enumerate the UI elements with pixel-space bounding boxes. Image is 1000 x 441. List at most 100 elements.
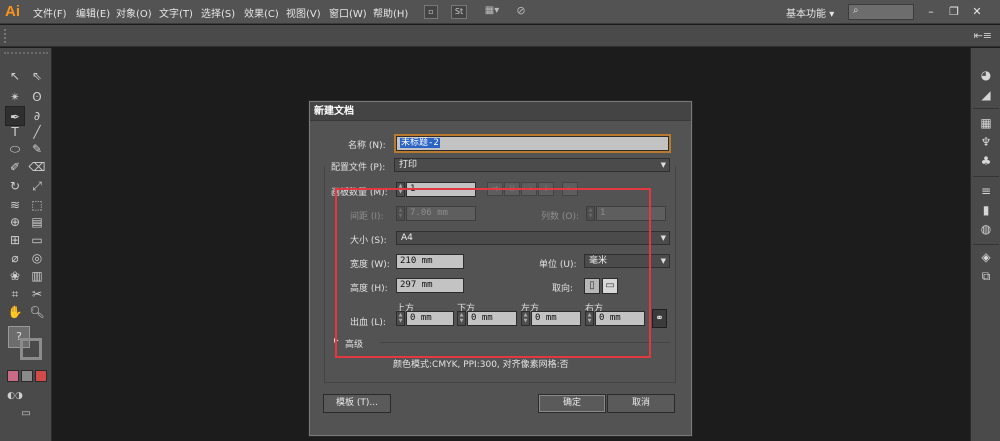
transparency-icon[interactable]: ◍ (976, 220, 996, 238)
fill-stroke-swatch[interactable]: ? (8, 326, 42, 360)
gradient-mode-icon[interactable] (21, 370, 33, 382)
restore-icon[interactable]: ❐ (944, 3, 964, 20)
magic-wand-tool-icon[interactable]: ✴ (5, 87, 25, 107)
artboards-label: 画板数量 (M): (331, 188, 388, 198)
document-info-text: 颜色模式:CMYK, PPI:300, 对齐像素网格:否 (393, 360, 569, 370)
symbol-sprayer-tool-icon[interactable]: ❀ (5, 266, 25, 286)
bleed-bottom-field[interactable]: 0 mm (467, 311, 517, 326)
bleed-top-field[interactable]: 0 mm (406, 311, 454, 326)
dock-divider (973, 108, 999, 109)
grip-handle[interactable] (4, 29, 8, 43)
panel-menu-icon[interactable]: ⇤≡ (974, 29, 992, 42)
menu-effect[interactable]: 效果(C) (244, 5, 279, 20)
none-mode-icon[interactable] (35, 370, 47, 382)
name-field[interactable]: 未标题-2 (396, 136, 669, 151)
color-icon[interactable]: ◕ (976, 66, 996, 84)
ok-button[interactable]: 确定 (538, 394, 606, 413)
bleed-left-stepper[interactable]: ▲ ▼ (521, 311, 530, 326)
arrange-by-row-icon[interactable]: → (521, 182, 537, 196)
menu-object[interactable]: 对象(O) (116, 5, 152, 20)
menu-help[interactable]: 帮助(H) (373, 5, 408, 20)
name-value: 未标题-2 (400, 138, 440, 148)
eraser-tool-icon[interactable]: ⌫ (27, 157, 47, 177)
rotate-tool-icon[interactable]: ↻ (5, 176, 25, 196)
slice-tool-icon[interactable]: ✂ (27, 284, 47, 304)
shape-builder-tool-icon[interactable]: ⊕ (5, 212, 25, 232)
menu-file[interactable]: 文件(F) (33, 5, 67, 20)
stock-icon[interactable]: St (451, 5, 467, 19)
size-label: 大小 (S): (350, 236, 387, 246)
columns-label: 列数 (O): (541, 212, 579, 222)
chevron-down-icon: ▼ (660, 234, 666, 242)
gradient-icon[interactable]: ▮ (976, 201, 996, 219)
height-field[interactable]: 297 mm (396, 278, 464, 293)
lasso-tool-icon[interactable]: ʘ (27, 87, 47, 107)
draw-mode-icon[interactable]: ◐◑ (5, 386, 25, 406)
bleed-left-field[interactable]: 0 mm (531, 311, 581, 326)
screen-mode-icon[interactable]: ▭ (16, 404, 36, 424)
panel-grip[interactable] (4, 52, 48, 58)
menu-edit[interactable]: 编辑(E) (76, 5, 110, 20)
color-guide-icon[interactable]: ◢ (976, 86, 996, 104)
arrange-documents-icon[interactable]: ▦▾ (480, 5, 504, 19)
width-field[interactable]: 210 mm (396, 254, 464, 269)
column-graph-tool-icon[interactable]: ▥ (27, 266, 47, 286)
blend-tool-icon[interactable]: ◎ (27, 248, 47, 268)
artboard-tool-icon[interactable]: ⌗ (5, 284, 25, 304)
landscape-orientation-icon[interactable]: ▭ (602, 278, 618, 294)
chart-tool-icon[interactable]: ▤ (27, 212, 47, 232)
shaper-tool-icon[interactable]: ✐ (5, 157, 25, 177)
grid-by-row-icon[interactable]: ⇉ (487, 182, 503, 196)
app-logo: Ai (5, 3, 20, 20)
gradient-tool-icon[interactable]: ▭ (27, 230, 47, 250)
bleed-bottom-stepper[interactable]: ▲ ▼ (457, 311, 466, 326)
bleed-right-stepper[interactable]: ▲ ▼ (585, 311, 594, 326)
bleed-top-stepper[interactable]: ▲ ▼ (396, 311, 405, 326)
bleed-right-field[interactable]: 0 mm (595, 311, 645, 326)
gpu-performance-icon[interactable]: ⊘ (512, 5, 530, 19)
workspace-switcher[interactable]: 基本功能 ▾ (786, 5, 834, 20)
minimize-icon[interactable]: – (921, 3, 941, 20)
direct-selection-tool-icon[interactable]: ⇖ (27, 66, 47, 86)
arrange-by-column-icon[interactable]: ↓ (538, 182, 554, 196)
eyedropper-tool-icon[interactable]: ⌀ (5, 248, 25, 268)
mesh-tool-icon[interactable]: ⊞ (5, 230, 25, 250)
zoom-tool-icon[interactable]: 🔍︎ (27, 302, 47, 322)
paintbrush-tool-icon[interactable]: ✎ (27, 139, 47, 159)
templates-button[interactable]: 模板 (T)... (323, 394, 391, 413)
portrait-orientation-icon[interactable]: ▯ (584, 278, 600, 294)
hand-tool-icon[interactable]: ✋ (5, 302, 25, 322)
symbols-icon[interactable]: ♣ (976, 152, 996, 170)
change-to-rtl-icon[interactable]: ← (562, 182, 578, 196)
units-select[interactable]: 毫米 ▼ (584, 254, 670, 268)
size-select[interactable]: A4 ▼ (396, 231, 670, 245)
disclosure-triangle-icon[interactable]: ▶ (334, 337, 339, 344)
menu-window[interactable]: 窗口(W) (329, 5, 367, 20)
menu-type[interactable]: 文字(T) (159, 5, 193, 20)
cancel-button[interactable]: 取消 (607, 394, 675, 413)
link-bleed-icon[interactable]: ⚭ (652, 309, 667, 328)
layers-icon[interactable]: ◈ (976, 248, 996, 266)
workspace-label: 基本功能 (786, 9, 826, 20)
ellipse-tool-icon[interactable]: ⬭ (5, 139, 25, 159)
bridge-icon[interactable]: ▫ (424, 5, 438, 19)
stroke-icon[interactable]: ≡ (976, 182, 996, 200)
height-label: 高度 (H): (350, 284, 388, 294)
close-icon[interactable]: ✕ (967, 3, 987, 20)
artboards-icon[interactable]: ⧉ (976, 267, 996, 285)
menu-select[interactable]: 选择(S) (201, 5, 235, 20)
bleed-label: 出血 (L): (350, 318, 386, 328)
grid-by-column-icon[interactable]: ⇊ (504, 182, 520, 196)
swatches-icon[interactable]: ▦ (976, 114, 996, 132)
menu-view[interactable]: 视图(V) (286, 5, 321, 20)
artboards-stepper[interactable]: ▲ ▼ (396, 182, 405, 197)
stroke-swatch[interactable] (20, 338, 42, 360)
brushes-icon[interactable]: ♆ (976, 133, 996, 151)
chevron-down-icon: ▼ (660, 257, 666, 265)
selection-tool-icon[interactable]: ↖ (5, 66, 25, 86)
color-mode-icon[interactable] (7, 370, 19, 382)
advanced-toggle[interactable]: 高级 (345, 337, 363, 350)
artboards-field[interactable]: 1 (406, 182, 476, 197)
search-input[interactable]: ⌕ (848, 4, 914, 20)
scale-tool-icon[interactable]: ⤢ (27, 176, 47, 196)
